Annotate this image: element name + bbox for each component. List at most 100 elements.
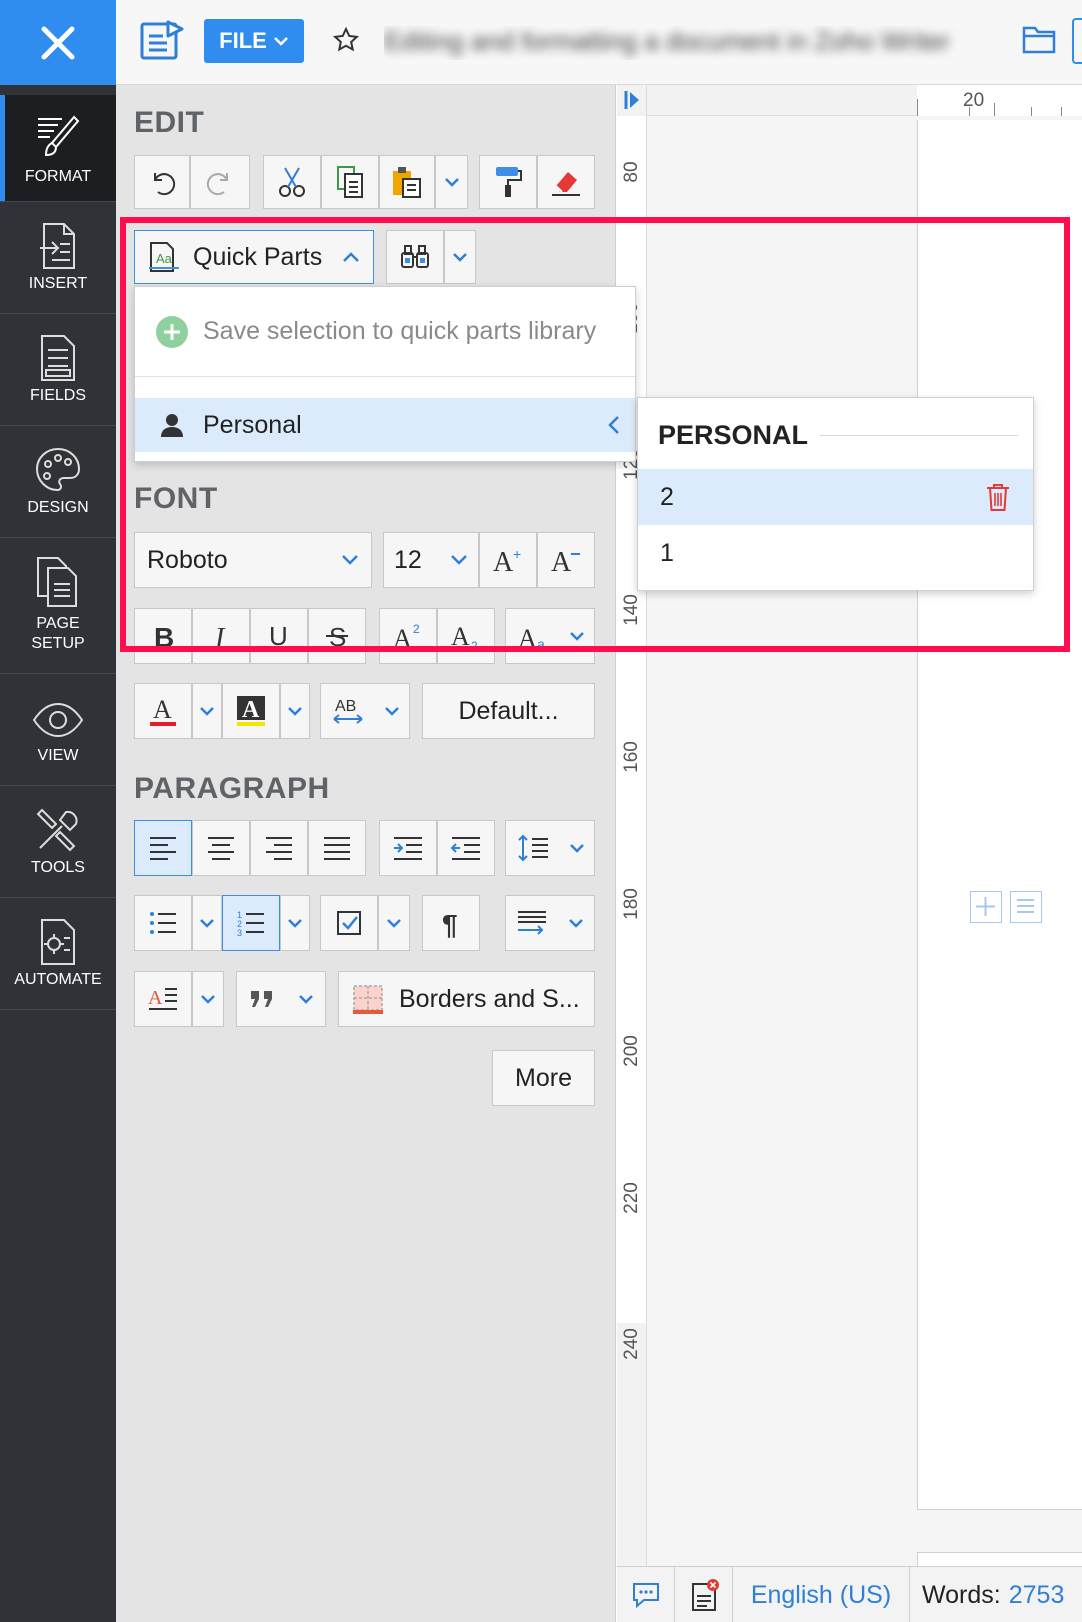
proofing-button[interactable] [675,1567,733,1622]
document-icon[interactable] [140,20,184,62]
status-bar: English (US) Words: 2753 [617,1566,1082,1622]
svg-text:A: A [242,697,260,723]
nav-label-2: SETUP [31,635,85,652]
quote-button[interactable] [236,971,326,1027]
align-center-button[interactable] [192,820,250,876]
font-color-dropdown[interactable] [192,683,222,739]
close-icon [41,26,75,59]
eye-icon [32,702,84,738]
nav-label: DESIGN [27,499,89,516]
next-page [917,1552,1082,1566]
fields-icon [41,335,75,381]
line-spacing-button[interactable] [505,820,595,876]
insert-text-button[interactable] [1010,891,1042,923]
file-menu-button[interactable]: FILE [204,19,304,63]
text-wrap-button[interactable] [505,895,595,951]
nav-label: VIEW [37,747,79,764]
chevron-down-icon [201,995,215,1004]
checklist-button[interactable] [320,895,378,951]
word-count[interactable]: Words: 2753 [922,1567,1082,1622]
highlight-color-button[interactable]: A [222,683,280,739]
document-title[interactable]: Editing and formatting a document in Zoh… [384,26,994,60]
cut-button[interactable] [263,155,321,209]
words-count: 2753 [1008,1580,1065,1609]
copy-icon [337,166,363,198]
more-button[interactable]: More [492,1050,595,1106]
paragraph-section-title: PARAGRAPH [134,772,330,805]
numbered-list-dropdown[interactable] [280,895,310,951]
bullet-list-dropdown[interactable] [192,895,222,951]
comments-button[interactable] [617,1567,675,1622]
borders-and-shading-button[interactable]: Borders and S... [338,971,595,1027]
nav-insert[interactable]: INSERT [0,202,116,314]
top-bar: FILE Editing and formatting a document i… [0,0,1082,85]
character-spacing-button[interactable]: AB [320,683,410,739]
show-formatting-marks-button[interactable]: ¶ [422,895,480,951]
align-left-icon [150,837,176,860]
copy-button[interactable] [321,155,379,209]
paint-roller-icon [496,167,522,197]
eraser-icon [552,172,580,196]
undo-icon [154,173,176,196]
default-font-button[interactable]: Default... [422,683,595,739]
insert-icon [40,223,75,269]
paragraph-style-button[interactable]: A [134,971,192,1027]
format-brush-icon [38,115,80,157]
character-spacing-icon: AB [332,698,363,724]
svg-text:3: 3 [237,928,242,937]
palette-icon [35,447,81,492]
nav-tools[interactable]: TOOLS [0,786,116,898]
ruler-mark: 20 [963,90,985,111]
nav-label: INSERT [28,275,88,292]
close-button[interactable] [0,0,116,85]
bullet-list-icon [150,912,176,934]
ruler-mark: 180 [621,888,642,920]
paste-button[interactable] [379,155,435,209]
share-button[interactable] [1072,18,1082,64]
format-painter-button[interactable] [479,155,537,209]
nav-fields[interactable]: FIELDS [0,314,116,426]
redo-button[interactable] [190,155,250,209]
nav-automate[interactable]: AUTOMATE [0,898,116,1010]
numbered-list-button[interactable]: 123 [222,895,280,951]
nav-page-setup[interactable]: PAGE SETUP [0,538,116,674]
clear-formatting-button[interactable] [537,155,595,209]
folder-icon[interactable] [1022,24,1056,54]
nav-label: FORMAT [24,168,92,185]
bullet-list-button[interactable] [134,895,192,951]
nav-design[interactable]: DESIGN [0,426,116,538]
highlight-color-dropdown[interactable] [280,683,310,739]
justify-icon [324,837,350,860]
default-font-label: Default... [458,696,559,725]
nav-view[interactable]: VIEW [0,674,116,786]
increase-indent-button[interactable] [379,820,437,876]
decrease-indent-button[interactable] [437,820,495,876]
add-block-button[interactable] [970,891,1002,923]
paste-icon [393,167,421,198]
ruler-mark: 160 [621,741,642,773]
justify-button[interactable] [308,820,366,876]
star-icon[interactable] [332,26,360,54]
indent-decrease-icon [450,837,480,860]
svg-text:A: A [153,695,172,724]
words-label: Words: [922,1580,1001,1609]
undo-button[interactable] [134,155,190,209]
align-left-button[interactable] [134,820,192,876]
text-direction-icon [518,911,546,935]
align-right-button[interactable] [250,820,308,876]
checklist-dropdown[interactable] [378,895,410,951]
language-selector[interactable]: English (US) [733,1567,910,1622]
chevron-down-icon [273,37,288,46]
align-center-icon [208,837,234,860]
nav-format[interactable]: FORMAT [0,95,116,202]
chevron-down-icon [444,178,459,187]
nav-label: TOOLS [31,859,85,876]
borders-icon [353,985,383,1014]
font-color-button[interactable]: A [134,683,192,739]
chevron-down-icon [569,919,583,928]
paragraph-style-icon: A [148,987,177,1010]
quote-icon [251,991,272,1007]
paragraph-style-dropdown[interactable] [192,971,224,1027]
text-lines-icon [1017,899,1034,913]
paste-options-dropdown[interactable] [435,155,468,209]
